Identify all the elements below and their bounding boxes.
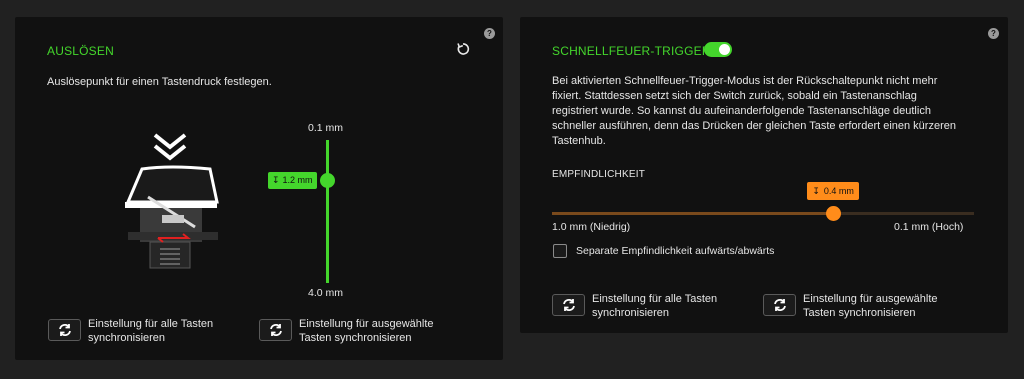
sync-icon [562, 299, 575, 311]
actuation-value-badge: ↧ 1.2 mm [268, 171, 317, 189]
sync-icon [269, 324, 282, 336]
rapid-trigger-panel: ? SCHNELLFEUER-TRIGGER Bei aktivierten S… [520, 17, 1008, 333]
sync-icon [58, 324, 71, 336]
separate-sensitivity-label: Separate Empfindlichkeit aufwärts/abwärt… [576, 245, 775, 257]
chevron-down-icon [153, 133, 187, 161]
sync-all-keys-button[interactable] [48, 319, 81, 341]
rapid-trigger-description: Bei aktivierten Schnellfeuer-Trigger-Mod… [552, 75, 956, 147]
reset-icon[interactable] [456, 42, 470, 56]
actuation-max-label: 0.1 mm [308, 122, 344, 134]
sync-selected-keys-button[interactable] [259, 319, 292, 341]
rapid-trigger-toggle[interactable] [704, 42, 732, 57]
sync-selected-keys-label: Einstellung für ausgewählte Tasten synch… [803, 293, 938, 319]
help-icon[interactable]: ? [484, 28, 495, 39]
sync-all-keys-label: Einstellung für alle Tasten synchronisie… [592, 293, 718, 319]
actuation-slider-track[interactable] [320, 140, 335, 283]
switch-illustration [125, 133, 219, 269]
sensitivity-low-label: 1.0 mm (Niedrig) [552, 221, 631, 233]
sensitivity-value-badge: ↧ 0.4 mm [807, 182, 859, 200]
actuation-panel: ? AUSLÖSEN Auslösepunkt für einen Tasten… [15, 17, 503, 360]
actuation-title: AUSLÖSEN [47, 44, 114, 58]
help-icon[interactable]: ? [988, 28, 999, 39]
actuation-slider-fill [326, 140, 329, 283]
sync-selected-keys-label: Einstellung für ausgewählte Tasten synch… [299, 318, 434, 344]
sensitivity-high-label: 0.1 mm (Hoch) [894, 221, 964, 233]
sync-all-keys-button[interactable] [552, 294, 585, 316]
actuation-description: Auslösepunkt für einen Tastendruck festl… [47, 76, 272, 88]
actuation-slider-thumb[interactable] [320, 172, 335, 188]
sync-icon [773, 299, 786, 311]
sensitivity-slider-track[interactable] [552, 206, 974, 221]
sensitivity-label: EMPFINDLICHKEIT [552, 169, 646, 180]
down-arrow-icon: ↧ [272, 174, 280, 185]
rapid-trigger-title: SCHNELLFEUER-TRIGGER [552, 44, 711, 58]
actuation-min-label: 4.0 mm [308, 287, 344, 299]
sensitivity-slider-fill [552, 212, 834, 215]
down-arrow-icon: ↧ [812, 186, 820, 196]
sensitivity-slider-thumb[interactable] [825, 206, 841, 221]
separate-sensitivity-checkbox[interactable] [553, 244, 567, 258]
sync-selected-keys-button[interactable] [763, 294, 796, 316]
sync-all-keys-label: Einstellung für alle Tasten synchronisie… [88, 318, 214, 344]
